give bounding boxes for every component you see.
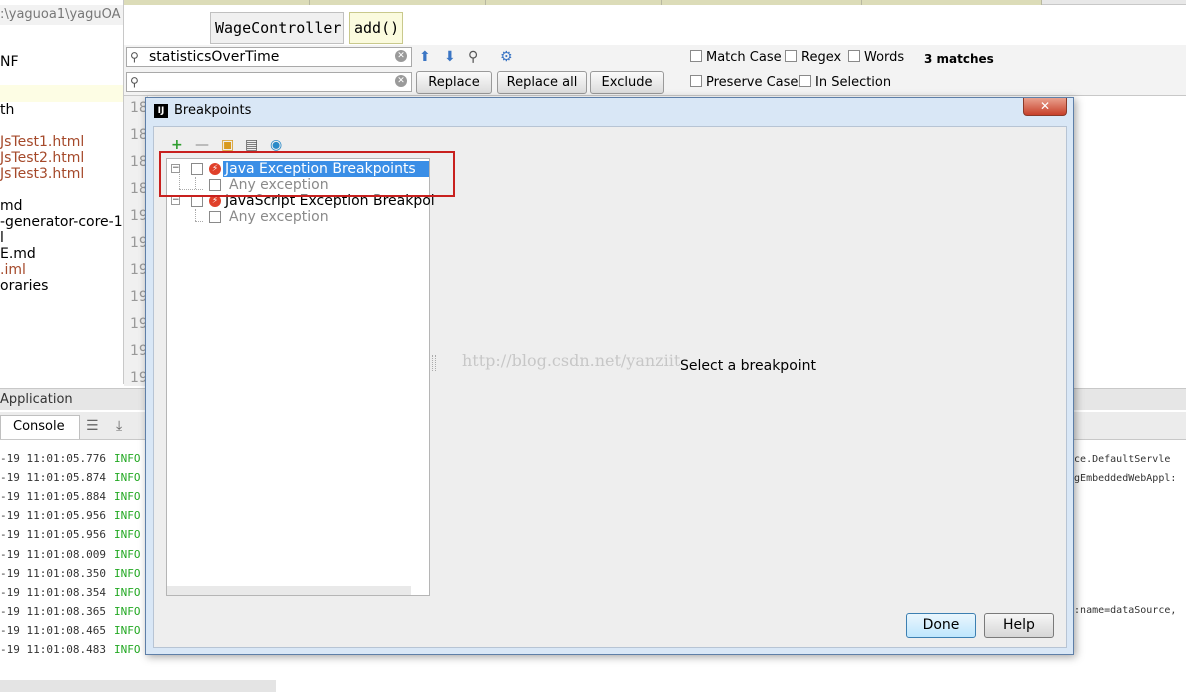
replace-all-button[interactable]: Replace all xyxy=(497,71,587,94)
project-item[interactable]: NF xyxy=(0,54,19,70)
project-item[interactable]: E.md xyxy=(0,246,36,262)
project-item[interactable]: th xyxy=(0,102,14,118)
intellij-logo-icon: IJ xyxy=(154,104,168,118)
console-line: -19 11:01:05.956INFO3 xyxy=(0,528,153,542)
dialog-titlebar: IJ Breakpoints ✕ xyxy=(146,98,1073,124)
splitter-handle[interactable] xyxy=(432,355,436,371)
exclude-button[interactable]: Exclude xyxy=(590,71,664,94)
words-checkbox[interactable]: Words xyxy=(848,50,904,66)
project-item[interactable]: JsTest3.html xyxy=(0,166,84,182)
project-item[interactable]: md xyxy=(0,198,23,214)
tab-wagecontroller[interactable]: WageController xyxy=(210,12,344,44)
match-count: 3 matches xyxy=(924,52,994,66)
find-all-icon[interactable]: ⚲ xyxy=(468,48,478,66)
previous-match-icon[interactable]: ⬆ xyxy=(419,48,431,66)
breakpoints-tree[interactable]: − ⚡ Java Exception Breakpoints Any excep… xyxy=(166,158,435,596)
replace-input[interactable]: ⚲ ✕ xyxy=(126,72,412,92)
console-line: -19 11:01:08.465INFO3 xyxy=(0,623,153,637)
match-case-checkbox[interactable]: Match Case xyxy=(690,50,782,66)
search-icon: ⚲ xyxy=(130,50,139,64)
any-exception-checkbox[interactable] xyxy=(209,211,221,223)
preserve-case-checkbox[interactable]: Preserve Case xyxy=(690,75,798,91)
horizontal-scrollbar[interactable] xyxy=(167,586,411,595)
find-query: statisticsOverTime xyxy=(149,49,280,65)
console-line: -19 11:01:08.483INFO3 xyxy=(0,643,153,656)
project-item[interactable]: -generator-core-1. xyxy=(0,214,123,230)
console-line: -19 11:01:08.354INFO3 xyxy=(0,585,153,599)
console-line: -19 11:01:05.956INFO3 xyxy=(0,509,153,523)
close-button[interactable]: ✕ xyxy=(1023,98,1067,116)
tree-row-any-exception[interactable]: Any exception xyxy=(167,209,429,225)
clear-icon[interactable]: ✕ xyxy=(395,50,407,62)
console-line: -19 11:01:05.776INFO3 xyxy=(0,452,153,465)
console-line-tail: figEmbeddedWebAppl: xyxy=(1062,473,1177,484)
console-line: -19 11:01:05.884INFO3 xyxy=(0,490,153,504)
align-icon[interactable]: ☰ xyxy=(86,417,99,435)
next-match-icon[interactable]: ⬇ xyxy=(444,48,456,66)
project-item[interactable]: oraries xyxy=(0,278,48,294)
regex-checkbox[interactable]: Regex xyxy=(785,50,841,66)
breakpoints-dialog: IJ Breakpoints ✕ + — ▣ ▤ ◉ − ⚡ Java Exce… xyxy=(145,97,1074,655)
gear-icon[interactable]: ⚙ xyxy=(500,48,513,66)
find-input[interactable]: ⚲ statisticsOverTime ✕ xyxy=(126,47,412,67)
dialog-title: Breakpoints xyxy=(174,103,252,118)
project-item[interactable]: JsTest1.html xyxy=(0,134,84,150)
status-bar xyxy=(0,680,276,692)
project-row-highlight xyxy=(0,85,123,102)
annotation-highlight-box xyxy=(159,151,455,197)
in-selection-checkbox[interactable]: In Selection xyxy=(799,75,891,91)
done-button[interactable]: Done xyxy=(906,613,976,638)
project-path: :\yaguoa1\yaguOA xyxy=(0,5,123,25)
console-line: -19 11:01:08.350INFO3 xyxy=(0,566,153,580)
console-line: -19 11:01:05.874INFO3 xyxy=(0,471,153,485)
help-button[interactable]: Help xyxy=(984,613,1054,638)
replace-button[interactable]: Replace xyxy=(416,71,492,94)
replace-bar: ⚲ ✕ Replace Replace all Exclude Preserve… xyxy=(124,70,1186,96)
scroll-to-end-icon[interactable]: ⤓ xyxy=(116,417,122,435)
tree-label: Any exception xyxy=(229,209,329,225)
console-line-tail: ol:name=dataSource, xyxy=(1062,605,1177,616)
find-bar: ⚲ statisticsOverTime ✕ ⬆ ⬇ ⚲ ⚙ Match Cas… xyxy=(124,45,1186,70)
collapse-icon[interactable]: − xyxy=(171,196,180,205)
details-placeholder: Select a breakpoint xyxy=(680,358,817,374)
console-line: -19 11:01:08.009INFO3 xyxy=(0,547,153,561)
clear-icon[interactable]: ✕ xyxy=(395,75,407,87)
watermark: http://blog.csdn.net/yanziit xyxy=(462,351,681,370)
editor-tabs: WageController add() xyxy=(124,5,1186,45)
console-line: -19 11:01:08.365INFO3 xyxy=(0,604,153,618)
project-item[interactable]: l xyxy=(0,230,4,246)
console-line-tail: urce.DefaultServle xyxy=(1062,454,1171,465)
project-item[interactable]: .iml xyxy=(0,262,26,278)
dialog-body: + — ▣ ▤ ◉ − ⚡ Java Exception Breakpoints… xyxy=(153,126,1067,648)
project-item[interactable]: JsTest2.html xyxy=(0,150,84,166)
project-tree-pane: :\yaguoa1\yaguOA NF th JsTest1.html JsTe… xyxy=(0,0,124,384)
tab-add-method[interactable]: add() xyxy=(349,12,403,44)
tab-console[interactable]: Console →* xyxy=(0,415,80,455)
search-icon: ⚲ xyxy=(130,75,139,89)
